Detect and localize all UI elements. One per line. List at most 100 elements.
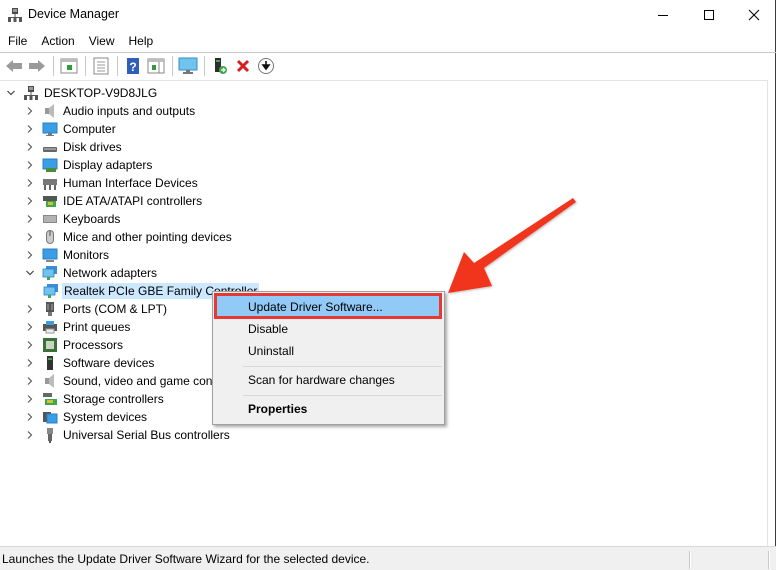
computer-icon: [42, 121, 58, 137]
tree-item-print-queues[interactable]: Print queues: [24, 318, 130, 336]
status-text: Launches the Update Driver Software Wiza…: [2, 551, 370, 566]
tree-item-ports-com-lpt[interactable]: Ports (COM & LPT): [24, 300, 167, 318]
status-separator: [768, 551, 770, 569]
software-device-icon: [42, 355, 58, 371]
scan-hardware-button[interactable]: [177, 55, 199, 77]
tree-item-human-interface-devices[interactable]: Human Interface Devices: [24, 174, 198, 192]
update-driver-button[interactable]: [209, 55, 231, 77]
context-menu-uninstall[interactable]: Uninstall: [215, 340, 442, 362]
chevron-down-icon[interactable]: [5, 87, 17, 99]
menu-help[interactable]: Help: [122, 31, 161, 51]
monitor-scan-icon: [178, 57, 198, 74]
display-adapter-icon: [42, 157, 58, 173]
mouse-icon: [42, 229, 58, 245]
tree-item-universal-serial-bus-controllers[interactable]: Universal Serial Bus controllers: [24, 426, 230, 444]
tree-item-label: Disk drives: [63, 140, 122, 154]
tree-item-computer[interactable]: Computer: [24, 120, 116, 138]
tree-item-display-adapters[interactable]: Display adapters: [24, 156, 152, 174]
tree-item-audio-inputs-and-outputs[interactable]: Audio inputs and outputs: [24, 102, 195, 120]
close-button[interactable]: [731, 0, 777, 30]
tree-item-label: Software devices: [63, 356, 155, 370]
down-arrow-circle-icon: [258, 57, 274, 74]
maximize-icon: [704, 10, 714, 20]
chevron-right-icon[interactable]: [24, 339, 36, 351]
tree-item-mice-and-other-pointing-devices[interactable]: Mice and other pointing devices: [24, 228, 232, 246]
disable-button[interactable]: [255, 55, 277, 77]
speaker-icon: [42, 103, 58, 119]
port-icon: [42, 301, 58, 317]
context-menu: Update Driver Software... Disable Uninst…: [212, 291, 445, 425]
title-bar: Device Manager: [0, 0, 776, 30]
properties-sheet-icon: [93, 57, 109, 74]
chevron-down-icon[interactable]: [24, 267, 36, 279]
ide-controller-icon: [42, 193, 58, 209]
chevron-right-icon[interactable]: [24, 249, 36, 261]
keyboard-icon: [42, 211, 58, 227]
network-adapter-icon: [43, 283, 59, 299]
tree-item-network-adapters[interactable]: Network adapters: [24, 264, 157, 282]
menu-file[interactable]: File: [0, 31, 34, 51]
chevron-right-icon[interactable]: [24, 429, 36, 441]
menu-view[interactable]: View: [82, 31, 122, 51]
forward-button[interactable]: [26, 55, 48, 77]
context-menu-separator: [243, 395, 442, 396]
tree-item-storage-controllers[interactable]: Storage controllers: [24, 390, 164, 408]
chevron-right-icon[interactable]: [24, 303, 36, 315]
toolbar-separator: [53, 55, 54, 76]
uninstall-button[interactable]: [232, 55, 254, 77]
chevron-right-icon[interactable]: [24, 177, 36, 189]
chevron-right-icon[interactable]: [24, 231, 36, 243]
tree-item-label: Mice and other pointing devices: [63, 230, 232, 244]
help-button[interactable]: ?: [122, 55, 144, 77]
status-bar: Launches the Update Driver Software Wiza…: [0, 546, 776, 570]
tree-item-label: Display adapters: [63, 158, 153, 172]
tree-item-system-devices[interactable]: System devices: [24, 408, 147, 426]
chevron-right-icon[interactable]: [24, 159, 36, 171]
help-icon: ?: [127, 57, 139, 74]
tree-root[interactable]: DESKTOP-V9D8JLG: [5, 84, 157, 102]
chevron-right-icon[interactable]: [24, 321, 36, 333]
sound-icon: [42, 373, 58, 389]
tree-item-software-devices[interactable]: Software devices: [24, 354, 154, 372]
chevron-right-icon[interactable]: [24, 195, 36, 207]
tree-item-label: IDE ATA/ATAPI controllers: [63, 194, 203, 208]
maximize-button[interactable]: [686, 0, 732, 30]
context-menu-update-driver[interactable]: Update Driver Software...: [215, 296, 442, 318]
chevron-right-icon[interactable]: [24, 411, 36, 423]
context-menu-disable[interactable]: Disable: [215, 318, 442, 340]
show-hide-console-tree-button[interactable]: [58, 55, 80, 77]
processor-icon: [42, 337, 58, 353]
chevron-right-icon[interactable]: [24, 123, 36, 135]
context-menu-properties[interactable]: Properties: [215, 398, 442, 420]
toolbar-separator: [117, 55, 118, 76]
tree-item-label: Ports (COM & LPT): [63, 302, 168, 316]
chevron-right-icon[interactable]: [24, 357, 36, 369]
menu-bar: File Action View Help: [0, 31, 776, 51]
forward-arrow-icon: [29, 59, 45, 72]
chevron-right-icon[interactable]: [24, 141, 36, 153]
context-menu-separator: [243, 366, 442, 367]
tree-item-keyboards[interactable]: Keyboards: [24, 210, 120, 228]
computer-network-icon: [23, 85, 39, 101]
printer-icon: [42, 319, 58, 335]
tree-item-processors[interactable]: Processors: [24, 336, 123, 354]
device-manager-app-icon: [7, 7, 23, 23]
status-separator: [689, 551, 691, 569]
tree-item-monitors[interactable]: Monitors: [24, 246, 109, 264]
chevron-right-icon[interactable]: [24, 375, 36, 387]
chevron-right-icon[interactable]: [24, 393, 36, 405]
minimize-button[interactable]: [640, 0, 686, 30]
red-x-icon: [236, 59, 250, 72]
hid-icon: [42, 175, 58, 191]
tree-item-label: Monitors: [63, 248, 110, 262]
tree-item-ide-ata-atapi-controllers[interactable]: IDE ATA/ATAPI controllers: [24, 192, 202, 210]
action-pane-button[interactable]: [145, 55, 167, 77]
chevron-right-icon[interactable]: [24, 105, 36, 117]
tree-root-label: DESKTOP-V9D8JLG: [44, 86, 158, 100]
chevron-right-icon[interactable]: [24, 213, 36, 225]
tree-item-disk-drives[interactable]: Disk drives: [24, 138, 122, 156]
back-button[interactable]: [3, 55, 25, 77]
menu-action[interactable]: Action: [34, 31, 81, 51]
context-menu-scan-hardware[interactable]: Scan for hardware changes: [215, 369, 442, 391]
properties-button[interactable]: [90, 55, 112, 77]
